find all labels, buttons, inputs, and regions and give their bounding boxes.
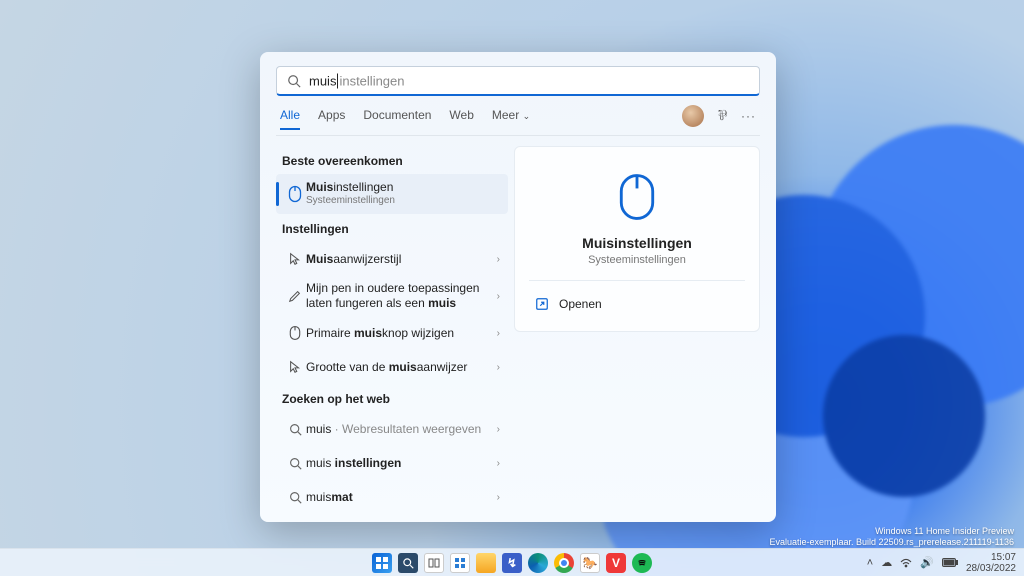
start-button[interactable] bbox=[372, 553, 392, 573]
divider bbox=[529, 280, 745, 281]
taskbar-apps: ↯ 🐎 V bbox=[372, 553, 652, 573]
detail-subtitle: Systeeminstellingen bbox=[588, 254, 686, 266]
open-label: Openen bbox=[559, 297, 602, 311]
wifi-icon[interactable] bbox=[900, 558, 912, 568]
section-web: Zoeken op het web bbox=[276, 384, 508, 412]
search-tabs-row: Alle Apps Documenten Web Meer ⌄ ⅌ ··· bbox=[276, 96, 760, 136]
tab-all[interactable]: Alle bbox=[280, 102, 300, 130]
chevron-right-icon: › bbox=[497, 291, 500, 302]
search-icon bbox=[284, 457, 306, 470]
settings-result[interactable]: Mijn pen in oudere toepassingen laten fu… bbox=[276, 276, 508, 316]
results-column: Beste overeenkomen Muisinstellingen Syst… bbox=[276, 136, 508, 510]
cursor-icon bbox=[284, 360, 306, 374]
taskbar-clock[interactable]: 15:07 28/03/2022 bbox=[966, 552, 1016, 574]
mouse-icon bbox=[617, 171, 657, 223]
search-icon bbox=[284, 491, 306, 504]
chevron-right-icon: › bbox=[497, 254, 500, 265]
chevron-right-icon: › bbox=[497, 424, 500, 435]
chevron-right-icon: › bbox=[497, 362, 500, 373]
detail-title: Muisinstellingen bbox=[582, 235, 692, 251]
web-result[interactable]: muismat › bbox=[276, 480, 508, 510]
explorer-icon[interactable] bbox=[476, 553, 496, 573]
chevron-right-icon: › bbox=[497, 328, 500, 339]
cursor-icon bbox=[284, 252, 306, 266]
chrome-icon[interactable] bbox=[554, 553, 574, 573]
web-result[interactable]: muis · Webresultaten weergeven › bbox=[276, 412, 508, 446]
edge-icon[interactable] bbox=[528, 553, 548, 573]
windows-watermark: Windows 11 Home Insider Preview Evaluati… bbox=[770, 526, 1015, 549]
tab-web[interactable]: Web bbox=[449, 102, 473, 130]
open-icon bbox=[535, 297, 549, 311]
settings-result[interactable]: Primaire muisknop wijzigen › bbox=[276, 316, 508, 350]
system-tray: ˄ ☁ 🔊 15:07 28/03/2022 bbox=[867, 549, 1016, 576]
app-icon[interactable]: 🐎 bbox=[580, 553, 600, 573]
search-icon bbox=[284, 423, 306, 436]
mouse-icon bbox=[284, 325, 306, 341]
rewards-icon[interactable]: ⅌ bbox=[718, 106, 727, 125]
vivaldi-icon[interactable]: V bbox=[606, 553, 626, 573]
app-icon[interactable]: ↯ bbox=[502, 553, 522, 573]
onedrive-icon[interactable]: ☁ bbox=[881, 556, 892, 569]
more-icon[interactable]: ··· bbox=[741, 109, 756, 123]
web-result[interactable]: muis instellingen › bbox=[276, 446, 508, 480]
widgets-icon[interactable] bbox=[450, 553, 470, 573]
volume-icon[interactable]: 🔊 bbox=[920, 556, 934, 569]
tab-apps[interactable]: Apps bbox=[318, 102, 345, 130]
chevron-down-icon: ⌄ bbox=[523, 111, 531, 121]
chevron-right-icon: › bbox=[497, 458, 500, 469]
search-window: muisinstellingen Alle Apps Documenten We… bbox=[260, 52, 776, 522]
pen-icon bbox=[284, 289, 306, 303]
detail-card: Muisinstellingen Systeeminstellingen Ope… bbox=[514, 146, 760, 332]
tray-expand-icon[interactable]: ˄ bbox=[867, 557, 873, 569]
tab-more[interactable]: Meer ⌄ bbox=[492, 102, 530, 130]
spotify-icon[interactable] bbox=[632, 553, 652, 573]
open-action[interactable]: Openen bbox=[529, 287, 745, 321]
section-settings: Instellingen bbox=[276, 214, 508, 242]
detail-pane: Muisinstellingen Systeeminstellingen Ope… bbox=[508, 136, 760, 510]
search-icon bbox=[287, 74, 301, 88]
avatar[interactable] bbox=[682, 105, 704, 127]
search-box[interactable]: muisinstellingen bbox=[276, 66, 760, 96]
best-match-result[interactable]: Muisinstellingen Systeeminstellingen bbox=[276, 174, 508, 214]
settings-result[interactable]: Grootte van de muisaanwijzer › bbox=[276, 350, 508, 384]
task-view-icon[interactable] bbox=[424, 553, 444, 573]
settings-result[interactable]: Muisaanwijzerstijl › bbox=[276, 242, 508, 276]
mouse-icon bbox=[284, 185, 306, 203]
search-taskbar-icon[interactable] bbox=[398, 553, 418, 573]
chevron-right-icon: › bbox=[497, 492, 500, 503]
battery-icon[interactable] bbox=[942, 558, 958, 567]
section-best-match: Beste overeenkomen bbox=[276, 146, 508, 174]
taskbar: ↯ 🐎 V ˄ ☁ 🔊 15:07 28/03/2022 bbox=[0, 548, 1024, 576]
tab-documents[interactable]: Documenten bbox=[363, 102, 431, 130]
